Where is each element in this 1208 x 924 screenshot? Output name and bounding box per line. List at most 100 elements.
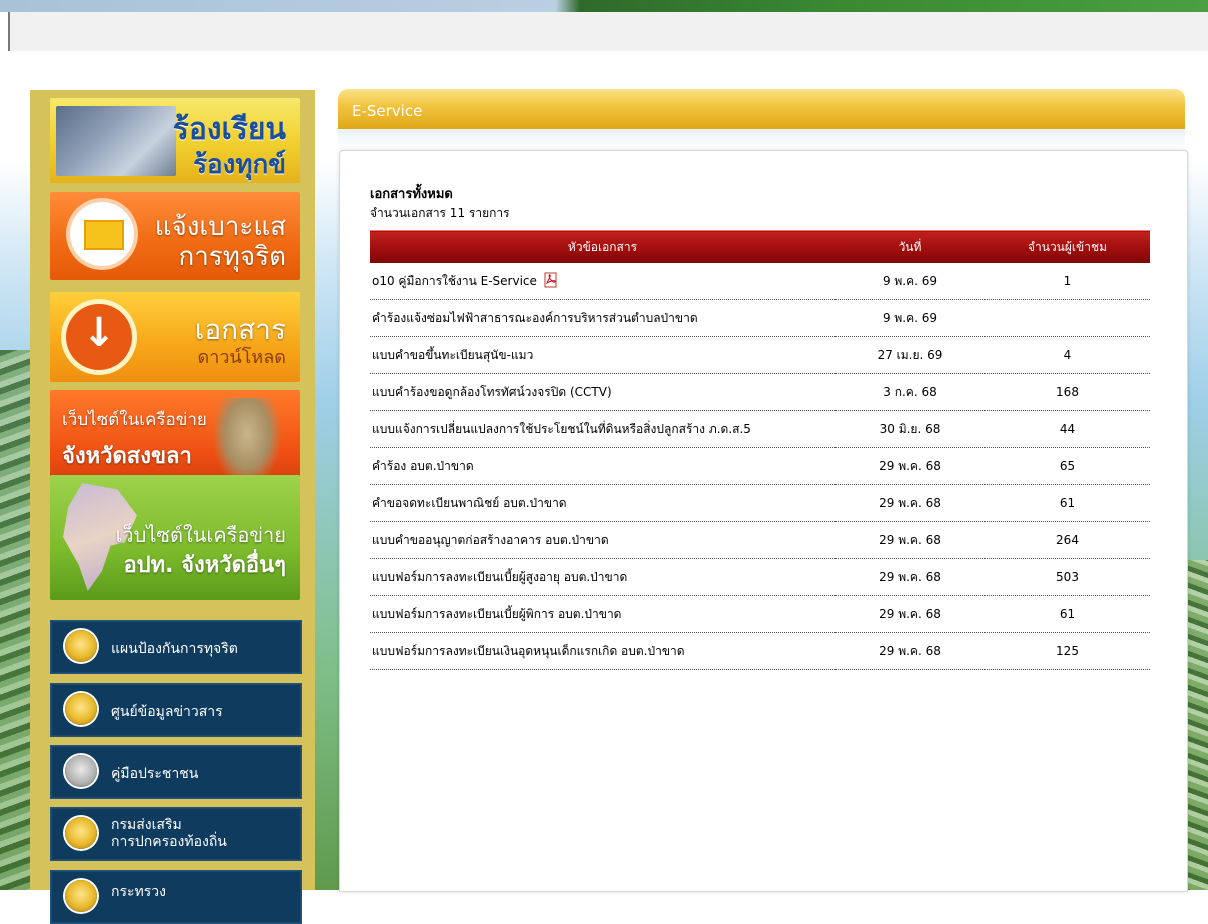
column-header-title: หัวข้อเอกสาร xyxy=(370,230,835,263)
document-panel: เอกสารทั้งหมด จำนวนเอกสาร 11 รายการ หัวข… xyxy=(339,150,1188,892)
panel-gap xyxy=(338,129,1185,149)
nav-citizen-manual[interactable]: คู่มือประชาชน xyxy=(50,745,302,799)
document-title-cell[interactable]: คำขอจดทะเบียนพาณิชย์ อบต.ป่าขาด xyxy=(370,484,835,522)
date-cell: 30 มิ.ย. 68 xyxy=(835,410,985,448)
songkhla-banner-subtitle: จังหวัดสงขลา xyxy=(62,444,192,469)
book-stack-icon xyxy=(65,755,97,787)
views-cell: 61 xyxy=(985,484,1150,522)
emblem-icon xyxy=(65,693,97,725)
other-province-banner-subtitle: อปท. จังหวัดอื่นๆ xyxy=(123,553,286,578)
download-banner-subtitle: ดาวน์โหลด xyxy=(197,347,286,368)
corruption-banner-subtitle: การทุจริต xyxy=(178,242,286,272)
nav-anti-corruption-plan[interactable]: แผนป้องกันการทุจริต xyxy=(50,620,302,674)
left-sidebar: ร้องเรียน ร้องทุกข์ แจ้งเบาะแส การทุจริต… xyxy=(30,90,315,924)
document-link[interactable]: คำร้องแจ้งซ่อมไฟฟ้าสาธารณะองค์การบริหารส… xyxy=(372,311,698,325)
table-row: คำร้อง อบต.ป่าขาด 29 พ.ค. 68 65 xyxy=(370,447,1150,485)
nav-label-line1: กรมส่งเสริม xyxy=(111,817,182,833)
ministry-emblem-icon xyxy=(65,880,97,912)
download-documents-banner[interactable]: ↓ เอกสาร ดาวน์โหลด xyxy=(50,292,300,382)
views-cell: 65 xyxy=(985,447,1150,485)
document-link[interactable]: แบบคำขออนุญาตก่อสร้างอาคาร อบต.ป่าขาด xyxy=(372,533,609,547)
date-cell: 29 พ.ค. 68 xyxy=(835,484,985,522)
column-header-views: จำนวนผู้เข้าชม xyxy=(985,230,1150,263)
download-arrow-icon: ↓ xyxy=(66,304,132,370)
views-cell: 503 xyxy=(985,558,1150,596)
document-link[interactable]: แบบแจ้งการเปลี่ยนแปลงการใช้ประโยชน์ในที่… xyxy=(372,422,751,436)
emblem-icon xyxy=(65,630,97,662)
date-cell: 9 พ.ค. 69 xyxy=(835,299,985,337)
complaint-banner[interactable]: ร้องเรียน ร้องทุกข์ xyxy=(50,98,300,183)
department-emblem-icon xyxy=(65,817,97,849)
header-spacer xyxy=(0,51,1208,91)
table-row: แบบฟอร์มการลงทะเบียนเบี้ยผู้สูงอายุ อบต.… xyxy=(370,558,1150,596)
document-link[interactable]: แบบฟอร์มการลงทะเบียนเบี้ยผู้สูงอายุ อบต.… xyxy=(372,570,627,584)
document-link[interactable]: แบบคำขอขึ้นทะเบียนสุนัข-แมว xyxy=(372,348,533,362)
date-cell: 29 พ.ค. 68 xyxy=(835,558,985,596)
document-title-cell[interactable]: คำร้อง อบต.ป่าขาด xyxy=(370,447,835,485)
songkhla-banner-title: เว็บไซต์ในเครือข่าย xyxy=(62,410,207,430)
nav-label-line2: การปกครองท้องถิ่น xyxy=(111,834,227,850)
column-header-date: วันที่ xyxy=(835,230,985,263)
views-cell: 125 xyxy=(985,632,1150,670)
document-title-cell[interactable]: แบบฟอร์มการลงทะเบียนเบี้ยผู้พิการ อบต.ป่… xyxy=(370,595,835,633)
section-title: E-Service xyxy=(352,102,423,120)
top-banner-strip xyxy=(0,0,1208,12)
document-link[interactable]: แบบคำร้องขอดูกล้องโทรทัศน์วงจรปิด (CCTV) xyxy=(372,385,612,399)
nav-label: กรมส่งเสริม การปกครองท้องถิ่น xyxy=(111,817,227,851)
document-count: จำนวนเอกสาร 11 รายการ xyxy=(370,206,510,220)
table-row: แบบแจ้งการเปลี่ยนแปลงการใช้ประโยชน์ในที่… xyxy=(370,410,1150,448)
nav-label: แผนป้องกันการทุจริต xyxy=(111,641,238,657)
document-link[interactable]: คำร้อง อบต.ป่าขาด xyxy=(372,459,474,473)
views-cell: 61 xyxy=(985,595,1150,633)
complaint-photo xyxy=(56,106,176,176)
document-title-cell[interactable]: แบบแจ้งการเปลี่ยนแปลงการใช้ประโยชน์ในที่… xyxy=(370,410,835,448)
document-title-cell[interactable]: แบบคำขอขึ้นทะเบียนสุนัข-แมว xyxy=(370,336,835,374)
table-row: แบบคำร้องขอดูกล้องโทรทัศน์วงจรปิด (CCTV)… xyxy=(370,373,1150,411)
views-cell: 1 xyxy=(985,263,1150,300)
document-title-cell[interactable]: คำร้องแจ้งซ่อมไฟฟ้าสาธารณะองค์การบริหารส… xyxy=(370,299,835,337)
document-title-cell[interactable]: o10 คู่มือการใช้งาน E-Service xyxy=(370,263,835,300)
document-title-cell[interactable]: แบบคำขออนุญาตก่อสร้างอาคาร อบต.ป่าขาด xyxy=(370,521,835,559)
document-title-cell[interactable]: แบบฟอร์มการลงทะเบียนเงินอุดหนุนเด็กแรกเก… xyxy=(370,632,835,670)
table-row: แบบฟอร์มการลงทะเบียนเงินอุดหนุนเด็กแรกเก… xyxy=(370,632,1150,670)
table-row: แบบคำขอขึ้นทะเบียนสุนัข-แมว 27 เม.ย. 69 … xyxy=(370,336,1150,374)
date-cell: 29 พ.ค. 68 xyxy=(835,595,985,633)
date-cell: 27 เม.ย. 69 xyxy=(835,336,985,374)
table-row: o10 คู่มือการใช้งาน E-Service 9 พ.ค. 69 … xyxy=(370,263,1150,300)
document-link[interactable]: o10 คู่มือการใช้งาน E-Service xyxy=(372,274,537,288)
document-link[interactable]: แบบฟอร์มการลงทะเบียนเบี้ยผู้พิการ อบต.ป่… xyxy=(372,607,621,621)
table-row: แบบคำขออนุญาตก่อสร้างอาคาร อบต.ป่าขาด 29… xyxy=(370,521,1150,559)
complaint-banner-subtitle: ร้องทุกข์ xyxy=(193,150,286,180)
nav-ministry[interactable]: กระทรวง xyxy=(50,870,302,924)
views-cell: 264 xyxy=(985,521,1150,559)
document-title-cell[interactable]: แบบฟอร์มการลงทะเบียนเบี้ยผู้สูงอายุ อบต.… xyxy=(370,558,835,596)
table-row: คำขอจดทะเบียนพาณิชย์ อบต.ป่าขาด 29 พ.ค. … xyxy=(370,484,1150,522)
other-province-network-banner[interactable]: เว็บไซต์ในเครือข่าย อปท. จังหวัดอื่นๆ xyxy=(50,475,300,600)
views-cell: 44 xyxy=(985,410,1150,448)
pdf-icon[interactable] xyxy=(543,272,559,288)
corruption-report-banner[interactable]: แจ้งเบาะแส การทุจริต xyxy=(50,192,300,280)
document-link[interactable]: คำขอจดทะเบียนพาณิชย์ อบต.ป่าขาด xyxy=(372,496,567,510)
date-cell: 29 พ.ค. 68 xyxy=(835,521,985,559)
date-cell: 29 พ.ค. 68 xyxy=(835,447,985,485)
date-cell: 9 พ.ค. 69 xyxy=(835,263,985,300)
nav-information-center[interactable]: ศูนย์ข้อมูลข่าวสาร xyxy=(50,683,302,737)
views-cell xyxy=(985,299,1150,337)
nav-label: คู่มือประชาชน xyxy=(111,766,199,782)
date-cell: 3 ก.ค. 68 xyxy=(835,373,985,411)
document-table: หัวข้อเอกสาร วันที่ จำนวนผู้เข้าชม o10 ค… xyxy=(370,230,1150,670)
document-title-cell[interactable]: แบบคำร้องขอดูกล้องโทรทัศน์วงจรปิด (CCTV) xyxy=(370,373,835,411)
document-heading: เอกสารทั้งหมด xyxy=(370,187,453,202)
section-tab-bar: E-Service xyxy=(338,89,1185,129)
views-cell: 4 xyxy=(985,336,1150,374)
nav-label: ศูนย์ข้อมูลข่าวสาร xyxy=(111,704,223,720)
header-bar xyxy=(8,12,1208,51)
table-row: แบบฟอร์มการลงทะเบียนเบี้ยผู้พิการ อบต.ป่… xyxy=(370,595,1150,633)
document-link[interactable]: แบบฟอร์มการลงทะเบียนเงินอุดหนุนเด็กแรกเก… xyxy=(372,644,685,658)
nav-local-admin-department[interactable]: กรมส่งเสริม การปกครองท้องถิ่น xyxy=(50,807,302,861)
views-cell: 168 xyxy=(985,373,1150,411)
table-row: คำร้องแจ้งซ่อมไฟฟ้าสาธารณะองค์การบริหารส… xyxy=(370,299,1150,337)
envelope-shape xyxy=(84,220,124,250)
nav-label: กระทรวง xyxy=(111,884,166,900)
date-cell: 29 พ.ค. 68 xyxy=(835,632,985,670)
